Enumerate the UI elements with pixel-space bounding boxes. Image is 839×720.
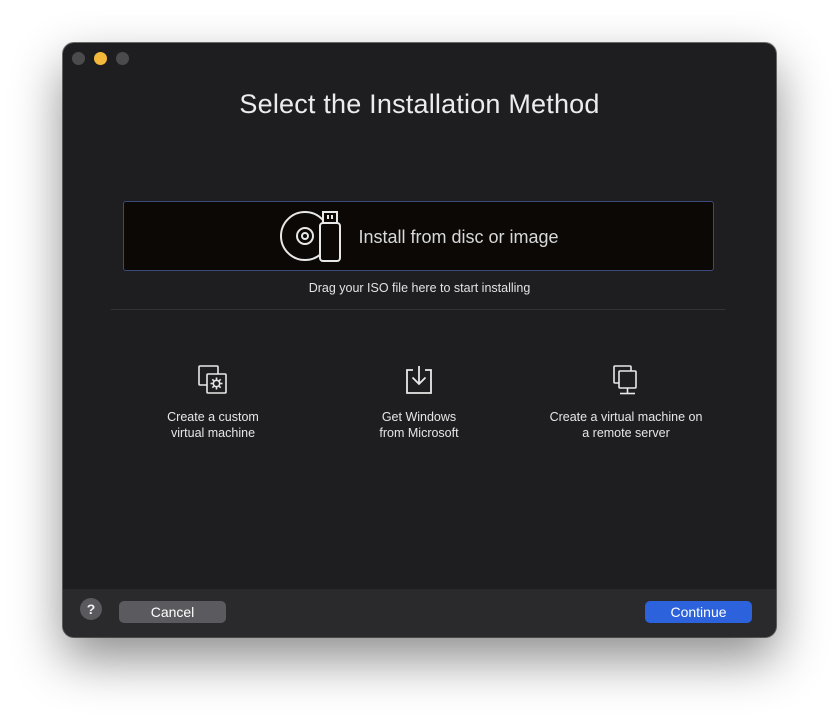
cancel-button[interactable]: Cancel (119, 601, 226, 623)
dropzone-label: Install from disc or image (358, 226, 559, 247)
zoom-window-button[interactable] (116, 52, 129, 65)
create-custom-vm-label: Create a custom virtual machine (167, 410, 259, 440)
remote-server-vm-label: Create a virtual machine on a remote ser… (549, 410, 703, 440)
footer-bar: ? Cancel Continue (63, 589, 776, 637)
remote-server-vm-option[interactable]: Create a virtual machine on a remote ser… (521, 363, 731, 441)
window-controls (72, 52, 129, 65)
continue-button[interactable]: Continue (645, 601, 752, 623)
download-icon (406, 366, 432, 394)
create-custom-vm-option[interactable]: Create a custom virtual machine (108, 363, 318, 441)
divider (111, 309, 725, 310)
help-button[interactable]: ? (80, 598, 102, 620)
installation-assistant-window: Select the Installation Method Install f… (63, 43, 776, 637)
minimize-window-button[interactable] (94, 52, 107, 65)
disc-usb-icon (280, 211, 342, 262)
get-windows-label: Get Windows from Microsoft (379, 410, 459, 440)
get-windows-option[interactable]: Get Windows from Microsoft (314, 363, 524, 441)
custom-vm-icon (198, 365, 227, 394)
page-title: Select the Installation Method (239, 89, 600, 119)
drag-iso-hint: Drag your ISO file here to start install… (308, 281, 531, 295)
close-window-button[interactable] (72, 52, 85, 65)
remote-server-icon (613, 365, 637, 395)
install-from-disc-dropzone[interactable]: Install from disc or image (123, 201, 714, 271)
